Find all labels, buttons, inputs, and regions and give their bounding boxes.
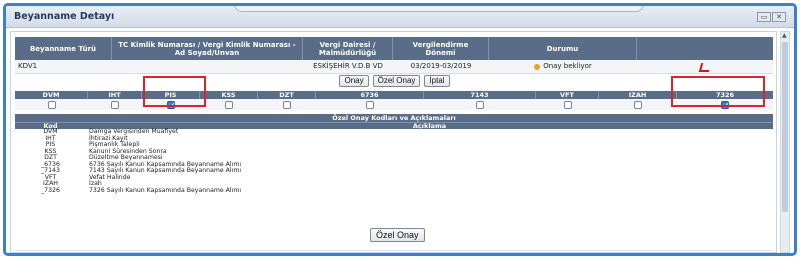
checkbox-kss[interactable] bbox=[225, 100, 233, 109]
checkbox-iht[interactable] bbox=[111, 100, 119, 109]
col-header-period: Vergilendirme Dönemi bbox=[393, 37, 489, 60]
cancel-button[interactable]: İptal bbox=[424, 75, 450, 87]
scrollbar-thumb[interactable] bbox=[782, 42, 788, 212]
checkbox-6736[interactable] bbox=[366, 100, 374, 109]
code-header-vft: VFT bbox=[536, 91, 599, 99]
checkbox-dvm[interactable] bbox=[47, 100, 56, 109]
col-header-tc-vkn: TC Kimlik Numarası / Vergi Kimlik Numara… bbox=[112, 37, 303, 60]
highlight-box-pis bbox=[143, 76, 206, 107]
code-header-kss: KSS bbox=[200, 91, 258, 99]
code-header-izah: IZAH bbox=[599, 91, 677, 99]
window-controls: ▭ ✕ bbox=[757, 12, 786, 22]
cell-office: ESKİŞEHİR V.D.B VD bbox=[313, 62, 383, 70]
approve-button[interactable]: Onay bbox=[339, 75, 369, 87]
checkbox-vft[interactable] bbox=[563, 100, 572, 109]
checkbox-7143[interactable] bbox=[476, 100, 484, 109]
checkbox-izah[interactable] bbox=[634, 100, 642, 109]
vertical-scrollbar[interactable]: ▲ bbox=[780, 31, 790, 253]
code-checkbox-row bbox=[15, 99, 773, 110]
col-header-office: Vergi Dairesi / Malmüdürlüğü bbox=[303, 37, 393, 60]
desc-cell: 7326 Sayılı Kanun Kapsamında Beyanname A… bbox=[89, 186, 242, 194]
minimize-icon[interactable]: ▭ bbox=[757, 12, 771, 22]
main-table-row: KDV1 ESKİŞEHİR V.D.B VD 03/2019-03/2019 … bbox=[15, 60, 773, 74]
content-panel: Beyanname Türü TC Kimlik Numarası / Verg… bbox=[10, 31, 777, 253]
cell-tc-vkn bbox=[112, 60, 303, 73]
cell-type: KDV1 bbox=[18, 62, 38, 70]
title-bar: Beyanname Detayı ▭ ✕ bbox=[6, 6, 794, 28]
explanation-table-title: Özel Onay Kodları ve Açıklamaları bbox=[15, 114, 773, 122]
list-item: _7326 7326 Sayılı Kanun Kapsamında Beyann… bbox=[15, 186, 773, 195]
cell-actions bbox=[637, 60, 773, 73]
pending-status-icon bbox=[534, 63, 541, 70]
explanation-rows: DVM Damga Vergisinden Muafiyet IHT İhtiraz… bbox=[15, 128, 773, 195]
pdf-icon[interactable] bbox=[700, 62, 710, 71]
code-header-6736: 6736 bbox=[316, 91, 424, 99]
code-table-header: DVM IHT PIS KSS DZT 6736 7143 VFT IZAH 7… bbox=[15, 91, 773, 99]
status-text: Onay bekliyor bbox=[543, 62, 592, 70]
col-header-status: Durumu bbox=[489, 37, 637, 60]
divider bbox=[15, 250, 773, 251]
code-header-7143: 7143 bbox=[424, 91, 536, 99]
code-cell: _7326 bbox=[41, 186, 60, 194]
close-icon[interactable]: ✕ bbox=[772, 12, 786, 22]
special-approve-button[interactable]: Özel Onay bbox=[372, 75, 421, 87]
action-buttons: Onay Özel Onay İptal bbox=[11, 75, 778, 88]
cell-status: Onay bekliyor bbox=[489, 60, 637, 73]
col-header-type: Beyanname Türü bbox=[15, 37, 112, 60]
scroll-up-icon[interactable]: ▲ bbox=[782, 32, 787, 39]
dialog-frame: Beyanname Detayı ▭ ✕ Beyanname Türü TC K… bbox=[3, 3, 797, 256]
cell-period: 03/2019-03/2019 bbox=[410, 62, 472, 70]
col-header-actions bbox=[637, 37, 773, 60]
title-tab bbox=[234, 6, 644, 12]
special-approve-bottom-button[interactable]: Özel Onay bbox=[370, 228, 425, 242]
bottom-action: Özel Onay bbox=[370, 228, 425, 242]
window-title: Beyanname Detayı bbox=[14, 11, 115, 22]
checkbox-dzt[interactable] bbox=[283, 100, 291, 109]
code-header-dzt: DZT bbox=[258, 91, 316, 99]
code-header-dvm: DVM bbox=[15, 91, 88, 99]
main-table-header: Beyanname Türü TC Kimlik Numarası / Verg… bbox=[15, 37, 773, 60]
code-header-iht: IHT bbox=[88, 91, 142, 99]
highlight-box-7326 bbox=[671, 76, 765, 107]
